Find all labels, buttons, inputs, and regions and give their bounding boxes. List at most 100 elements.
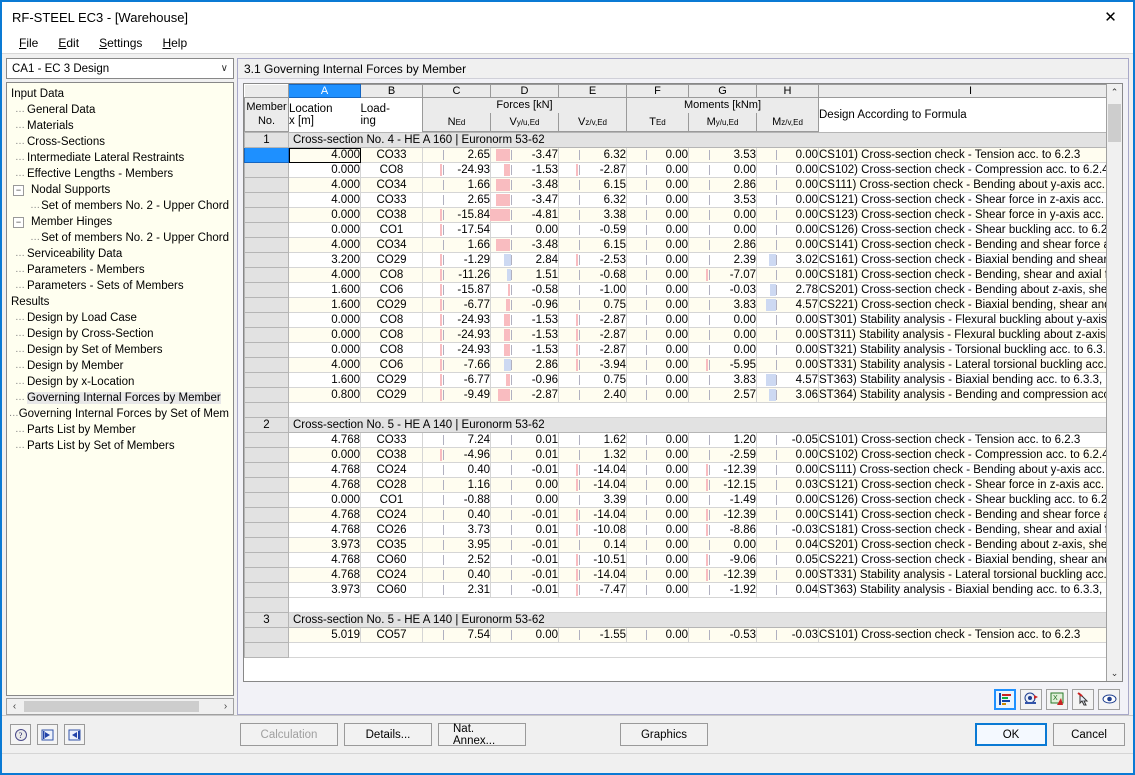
scroll-left-icon[interactable]: ‹ [7,701,22,712]
cell-location[interactable]: 1.600 [288,372,361,388]
cell-vy-ed[interactable]: 2.86 [490,357,559,373]
cell-vz-ed[interactable]: -10.08 [558,522,627,538]
cell-mz-ed[interactable]: 4.57 [756,297,819,313]
tree-node-serviceability-data[interactable]: … Serviceability Data [7,246,233,262]
cell-location[interactable]: 5.019 [288,627,361,643]
cell-vy-ed[interactable]: -0.01 [490,537,559,553]
cell-design-formula[interactable]: CS126) Cross-section check - Shear buckl… [818,492,1106,508]
cell-design-formula[interactable]: ST311) Stability analysis - Flexural buc… [818,327,1106,343]
cell-location[interactable]: 4.000 [288,237,361,253]
cell-t-ed[interactable]: 0.00 [626,252,689,268]
tree-node-member-hinges[interactable]: − Member Hinges [7,214,233,230]
cell-location[interactable]: 0.000 [288,492,361,508]
cell-my-ed[interactable]: -9.06 [688,552,757,568]
cell-loading[interactable]: CO29 [360,372,423,388]
cell-location[interactable]: 4.768 [288,477,361,493]
cell-n-ed[interactable]: -15.87 [422,282,491,298]
tree-node-design-by-load-case[interactable]: … Design by Load Case [7,310,233,326]
ok-button[interactable]: OK [975,723,1047,746]
tree-node-parameters-sets-of-members[interactable]: … Parameters - Sets of Members [7,278,233,294]
row-header-cell[interactable] [244,252,289,268]
cell-my-ed[interactable]: 0.00 [688,162,757,178]
cell-loading[interactable]: CO29 [360,387,423,403]
cell-mz-ed[interactable]: 0.00 [756,207,819,223]
table-row[interactable]: 4.000 CO34 1.66 -3.48 6.15 0.00 2.86 0.00 CS111)… [244,177,1106,193]
cell-loading[interactable]: CO8 [360,342,423,358]
tree-node-design-by-cross-section[interactable]: … Design by Cross-Section [7,326,233,342]
cell-vy-ed[interactable]: 0.01 [490,432,559,448]
calculation-button[interactable]: Calculation [240,723,338,746]
cell-t-ed[interactable]: 0.00 [626,192,689,208]
cell-location[interactable]: 4.000 [288,267,361,283]
row-header-cell[interactable] [244,342,289,358]
table-row[interactable]: 4.768 CO28 1.16 0.00 -14.04 0.00 -12.15 0.03 CS1… [244,477,1106,493]
row-header-cell[interactable] [244,447,289,463]
cell-vz-ed[interactable]: 6.15 [558,177,627,193]
tree-node-parts-list-by-set-of-members[interactable]: … Parts List by Set of Members [7,438,233,454]
cell-mz-ed[interactable]: 0.00 [756,222,819,238]
cell-location[interactable]: 0.000 [288,312,361,328]
cell-mz-ed[interactable]: 0.05 [756,552,819,568]
tree-node-governing-internal-forces-by-set-of-mem[interactable]: … Governing Internal Forces by Set of Mem [7,406,233,422]
table-row[interactable]: 3.200 CO29 -1.29 2.84 -2.53 0.00 2.39 3.02 CS161… [244,252,1106,268]
tree-node-set-of-members-no-2-upper-chord[interactable]: … Set of members No. 2 - Upper Chord [7,230,233,246]
cell-vz-ed[interactable]: -7.47 [558,582,627,598]
cell-vy-ed[interactable]: 1.51 [490,267,559,283]
cell-design-formula[interactable]: ST364) Stability analysis - Bending and … [818,387,1106,403]
row-header-cell[interactable] [244,177,289,193]
navigator-hscrollbar[interactable]: ‹ › [6,698,234,715]
cell-n-ed[interactable]: 0.40 [422,507,491,523]
row-header-cell[interactable] [244,567,289,583]
row-header-cell[interactable] [244,207,289,223]
cell-n-ed[interactable]: 7.24 [422,432,491,448]
table-row[interactable]: 4.000 CO6 -7.66 2.86 -3.94 0.00 -5.95 0.00 ST331… [244,357,1106,373]
row-header-cell[interactable] [244,222,289,238]
row-header-cell[interactable] [244,507,289,523]
cell-vy-ed[interactable]: -0.01 [490,507,559,523]
cell-my-ed[interactable]: -1.49 [688,492,757,508]
cell-vz-ed[interactable]: -1.00 [558,282,627,298]
cell-mz-ed[interactable]: 0.00 [756,357,819,373]
cell-vy-ed[interactable]: -3.48 [490,237,559,253]
cell-location[interactable]: 0.000 [288,207,361,223]
row-header-cell[interactable] [244,537,289,553]
cell-t-ed[interactable]: 0.00 [626,147,689,163]
row-header-cell[interactable] [244,327,289,343]
cell-n-ed[interactable]: 3.73 [422,522,491,538]
cell-loading[interactable]: CO6 [360,357,423,373]
cell-location[interactable]: 4.768 [288,567,361,583]
cell-mz-ed[interactable]: -0.05 [756,432,819,448]
cell-loading[interactable]: CO34 [360,237,423,253]
row-header-cell[interactable] [244,312,289,328]
table-row[interactable]: 0.800 CO29 -9.49 -2.87 2.40 0.00 2.57 3.06 ST364… [244,387,1106,403]
cell-mz-ed[interactable]: 3.02 [756,252,819,268]
cell-vy-ed[interactable]: -0.58 [490,282,559,298]
cell-n-ed[interactable]: -6.77 [422,372,491,388]
cell-vy-ed[interactable]: 2.84 [490,252,559,268]
cell-vz-ed[interactable]: 0.14 [558,537,627,553]
table-row[interactable]: 0.000 CO1 -17.54 0.00 -0.59 0.00 0.00 0.00 CS126… [244,222,1106,238]
cell-n-ed[interactable]: 2.31 [422,582,491,598]
cell-loading[interactable]: CO28 [360,477,423,493]
cell-loading[interactable]: CO60 [360,552,423,568]
cell-vz-ed[interactable]: 2.40 [558,387,627,403]
cell-n-ed[interactable]: -15.84 [422,207,491,223]
cell-my-ed[interactable]: 0.00 [688,342,757,358]
cell-mz-ed[interactable]: 0.00 [756,162,819,178]
row-header-cell[interactable] [244,522,289,538]
row-header-cell[interactable] [244,627,289,643]
cell-location[interactable]: 4.000 [288,177,361,193]
cell-design-formula[interactable]: CS102) Cross-section check - Compression… [818,162,1106,178]
cell-my-ed[interactable]: 1.20 [688,432,757,448]
tree-node-cross-sections[interactable]: … Cross-Sections [7,134,233,150]
column-letter-E[interactable]: E [558,84,627,98]
cell-loading[interactable]: CO33 [360,432,423,448]
cell-design-formula[interactable]: ST363) Stability analysis - Biaxial bend… [818,582,1106,598]
cell-mz-ed[interactable]: 2.78 [756,282,819,298]
cell-my-ed[interactable]: 0.00 [688,222,757,238]
cell-t-ed[interactable]: 0.00 [626,177,689,193]
table-row[interactable]: 0.000 CO38 -4.96 0.01 1.32 0.00 -2.59 0.00 CS102… [244,447,1106,463]
row-header-cell[interactable] [244,432,289,448]
cell-location[interactable]: 3.973 [288,537,361,553]
cell-vy-ed[interactable]: -0.01 [490,552,559,568]
